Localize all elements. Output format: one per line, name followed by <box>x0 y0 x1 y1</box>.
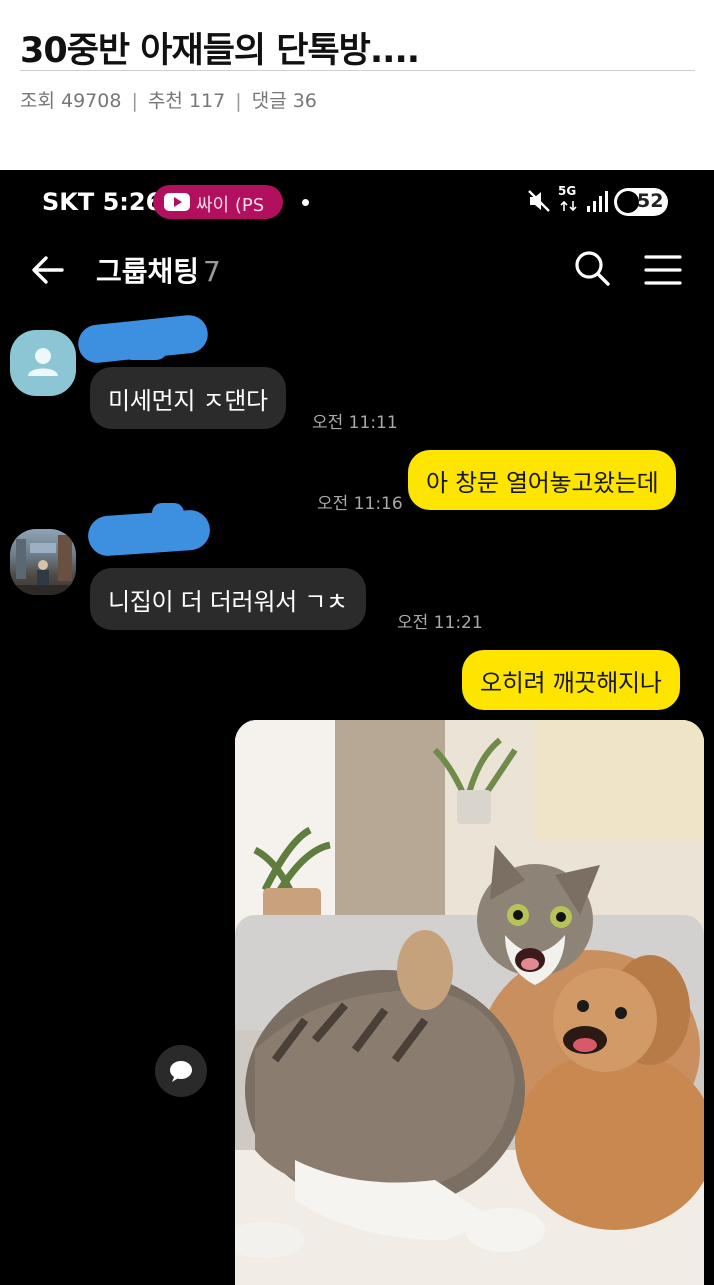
photo-message[interactable] <box>235 720 704 1285</box>
message-bubble-incoming[interactable]: 미세먼지 ㅈ댄다 <box>90 367 286 429</box>
chat-app-bar: 그룹채팅 7 <box>0 234 714 304</box>
post-page: 30중반 아재들의 단톡방.... 조회 49708 | 추천 117 | 댓글… <box>0 0 714 1285</box>
cat-hugging-dog-photo <box>235 720 704 1285</box>
youtube-icon <box>164 193 190 211</box>
network-type: 5G <box>558 184 577 198</box>
menu-icon[interactable] <box>643 252 683 288</box>
message-bubble-incoming[interactable]: 니집이 더 더러워서 ㄱㅊ <box>90 568 366 630</box>
search-icon[interactable] <box>572 248 612 288</box>
default-profile-icon <box>28 348 58 376</box>
member-count: 7 <box>203 255 221 288</box>
status-bar: SKT 5:26 싸이 (PS 5G 52 <box>0 170 714 234</box>
message-time: 오전 11:16 <box>317 494 403 514</box>
redacted-sender-name <box>152 503 184 529</box>
mute-icon <box>528 190 550 212</box>
data-arrows-icon <box>560 200 577 212</box>
speech-bubble-icon <box>170 1061 192 1082</box>
battery-indicator: 52 <box>614 188 668 216</box>
share-button[interactable] <box>155 1045 207 1097</box>
chat-screenshot: SKT 5:26 싸이 (PS 5G 52 그룹채팅 7 미세먼지 ㅈ댄다 오전… <box>0 170 714 1285</box>
views-count: 조회 49708 <box>20 90 122 112</box>
carrier-time: SKT 5:26 <box>42 188 163 216</box>
message-time: 오전 11:11 <box>312 413 398 433</box>
post-meta: 조회 49708 | 추천 117 | 댓글 36 <box>20 86 317 113</box>
notification-dot <box>302 199 309 206</box>
chat-room-title: 그룹채팅 7 <box>96 250 221 290</box>
media-playing-pill[interactable]: 싸이 (PS <box>153 185 283 219</box>
message-bubble-outgoing[interactable]: 오히려 깨끗해지나 <box>462 650 680 710</box>
avatar[interactable] <box>10 529 76 595</box>
title-divider <box>20 70 695 71</box>
battery-level: 52 <box>637 190 664 212</box>
redacted-sender-name <box>120 330 168 360</box>
profile-photo <box>10 535 76 595</box>
comment-count: 댓글 36 <box>251 90 317 112</box>
chat-room-name: 그룹채팅 <box>96 255 200 288</box>
message-bubble-outgoing[interactable]: 아 창문 열어놓고왔는데 <box>408 450 677 510</box>
meta-separator: | <box>235 90 242 112</box>
meta-separator: | <box>131 90 138 112</box>
signal-icon <box>587 191 608 212</box>
avatar[interactable] <box>10 330 76 396</box>
redacted-sender-name <box>86 508 212 558</box>
battery-saver-icon <box>617 191 639 213</box>
back-arrow-icon[interactable] <box>28 250 68 290</box>
message-time: 오전 11:21 <box>397 613 483 633</box>
media-title: 싸이 (PS <box>196 195 265 216</box>
post-title: 30중반 아재들의 단톡방.... <box>20 31 420 71</box>
recommend-count: 추천 117 <box>147 90 226 112</box>
